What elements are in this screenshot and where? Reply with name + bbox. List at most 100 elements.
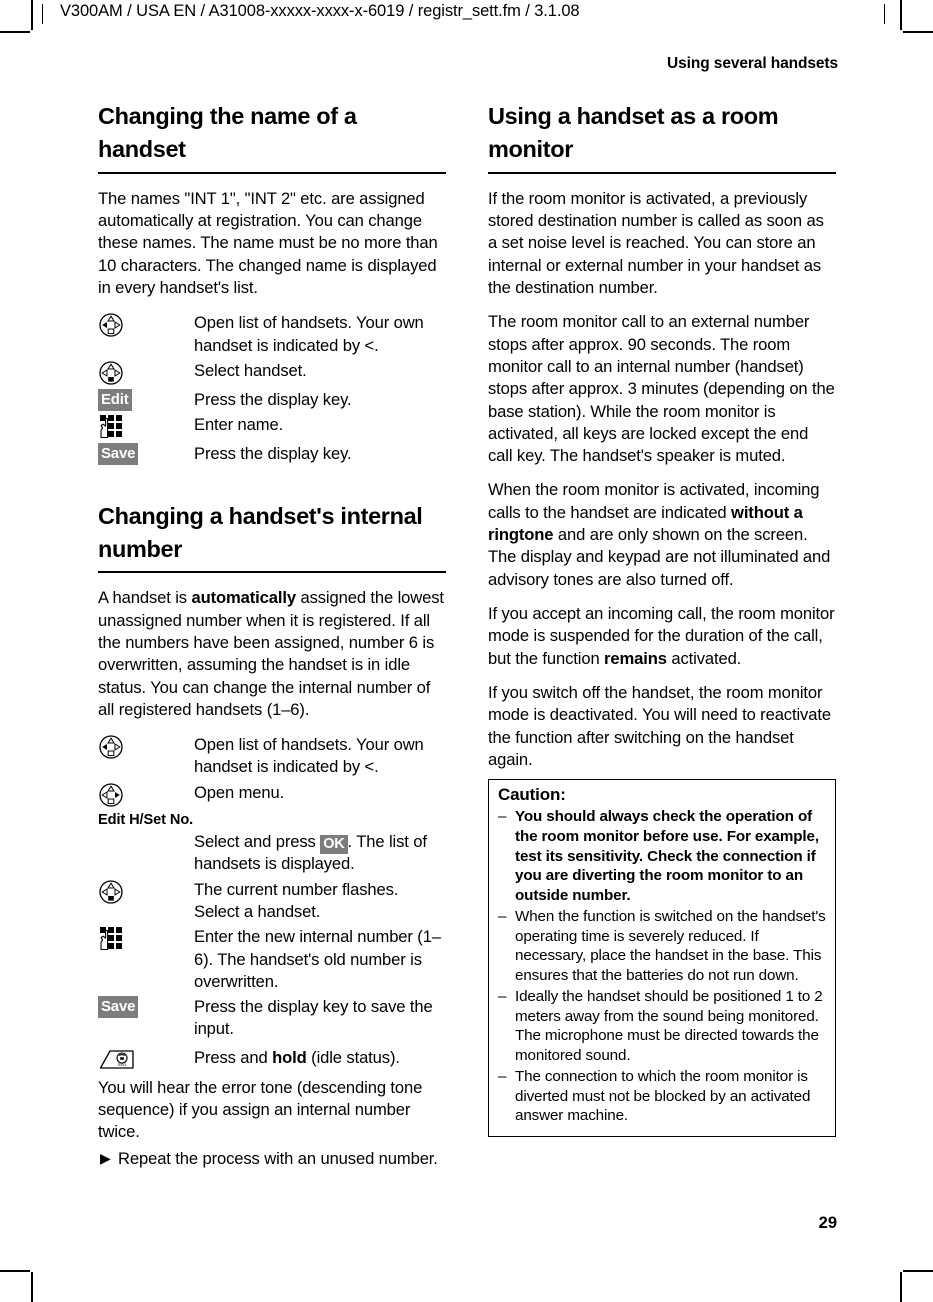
step-text: Press and hold (idle status). <box>194 1046 446 1069</box>
step-open-handset-list: Open list of handsets. Your own handset … <box>98 733 446 779</box>
display-key-label: Save <box>98 443 139 466</box>
room-monitor-para-remains: If you accept an incoming call, the room… <box>488 603 836 670</box>
caution-item-text: The connection to which the room monitor… <box>515 1067 811 1125</box>
step-press-and-hold-end-key: End Press and hold (idle status). <box>98 1046 446 1071</box>
step-text: Open list of handsets. Your own handset … <box>194 313 424 355</box>
end-call-key-icon: End <box>98 1046 194 1071</box>
step-text: Press the display key to save the input. <box>194 997 433 1039</box>
crop-mark-bottom-right-v <box>900 1272 902 1302</box>
end-text-bold: hold <box>272 1047 307 1067</box>
section-3-heading: Using a handset as a room monitor <box>488 100 836 174</box>
step-text: Open list of handsets. Your own handset … <box>194 735 424 777</box>
display-key-label: Edit <box>98 388 132 411</box>
intro-part-b: assigned the lowest unassigned number wh… <box>98 588 444 719</box>
crop-mark-bottom-left <box>0 1270 30 1272</box>
section-1-intro: The names "INT 1", "INT 2" etc. are assi… <box>98 188 438 297</box>
crop-mark-top-left <box>0 31 30 33</box>
display-key-icon[interactable]: Edit <box>98 388 194 411</box>
section-1-steps: Open list of handsets. Your own handset … <box>98 311 446 466</box>
menu-path-edit-hset-no: Edit H/Set No. <box>98 811 194 828</box>
caution-item-text: When the function is switched on the han… <box>515 907 826 985</box>
running-head-right: Using several handsets <box>667 55 838 72</box>
caution-title: Caution: <box>498 785 566 805</box>
caution-dash: – <box>498 808 507 826</box>
caution-dash: – <box>498 1067 507 1085</box>
step-text: Select and press OK. The list of handset… <box>194 830 446 876</box>
ok-display-key[interactable]: OK <box>320 834 348 855</box>
step-text: Enter the new internal number (1–6). The… <box>194 927 441 991</box>
crop-mark-top-right-v <box>900 0 902 30</box>
step-text: Select handset. <box>194 360 307 380</box>
intro-bold: automatically <box>191 588 296 608</box>
section-room-monitor: Using a handset as a room monitor <box>488 100 836 174</box>
right-column: Using a handset as a room monitor If the… <box>488 100 836 1138</box>
room-monitor-para-1: If the room monitor is activated, a prev… <box>488 188 824 297</box>
step-select-and-press-ok: Select and press OK. The list of handset… <box>98 830 446 876</box>
control-key-left-icon <box>98 311 194 338</box>
step-enter-new-internal-number: Enter the new internal number (1–6). The… <box>98 925 446 993</box>
caution-item: – The connection to which the room monit… <box>498 1067 827 1126</box>
step-text: Enter name. <box>194 415 284 435</box>
crop-mark-top-right <box>903 31 933 33</box>
caution-item: – When the function is switched on the h… <box>498 907 827 986</box>
caution-item-text: You should always check the operation of… <box>515 808 819 905</box>
document-page: V300AM / USA EN / A31008-xxxxx-xxxx-x-60… <box>0 0 933 1302</box>
step-text: Press the display key. <box>194 444 352 464</box>
step-current-number-flashes: The current number flashes. Select a han… <box>98 878 446 924</box>
page-number: 29 <box>818 1214 837 1232</box>
keypad-icon <box>98 925 194 952</box>
room-monitor-para-2: The room monitor call to an external num… <box>488 312 835 466</box>
caution-box: Caution: – You should always check the o… <box>488 779 836 1138</box>
end-text-a: Press and <box>194 1047 273 1067</box>
crop-mark-bottom-right <box>903 1270 933 1272</box>
room-monitor-para-ringtone: When the room monitor is activated, inco… <box>488 479 836 591</box>
step-select-handset: Select handset. <box>98 359 446 386</box>
step-press-edit-key: Edit Press the display key. <box>98 388 446 411</box>
display-key-label: Save <box>98 996 139 1019</box>
left-column: Changing the name of a handset The names… <box>98 100 446 1170</box>
step-text: Open menu. <box>194 782 285 802</box>
runhead-rule-left <box>42 4 43 24</box>
caution-dash: – <box>498 907 507 925</box>
caution-item: – Ideally the handset should be position… <box>498 987 827 1066</box>
crop-mark-bottom-left-v <box>31 1272 33 1302</box>
step-enter-name: Enter name. <box>98 413 446 440</box>
display-key-icon[interactable]: Save <box>98 995 194 1019</box>
select-text-a: Select and press <box>194 831 321 851</box>
remains-bold: remains <box>604 648 667 668</box>
display-key-icon[interactable]: Save <box>98 442 194 466</box>
step-text: The current number flashes. Select a han… <box>194 879 399 921</box>
remains-b: activated. <box>666 648 742 668</box>
crop-mark-top-left-v <box>31 0 33 30</box>
end-text-b: (idle status). <box>306 1047 400 1067</box>
svg-text:End: End <box>118 1062 126 1067</box>
caution-item: – You should always check the operation … <box>498 807 827 906</box>
step-open-handset-list: Open list of handsets. Your own handset … <box>98 311 446 357</box>
section-2-steps: Open list of handsets. Your own handset … <box>98 733 446 1071</box>
section-2-heading: Changing a handset's internal number <box>98 500 446 574</box>
section-2-intro: A handset is automatically assigned the … <box>98 587 446 721</box>
room-monitor-para-switchoff: If you switch off the handset, the room … <box>488 682 831 769</box>
section-2-outro: You will hear the error tone (descending… <box>98 1077 423 1142</box>
arrow-item-text: Repeat the process with an unused number… <box>118 1148 438 1168</box>
control-key-right-icon <box>98 781 194 808</box>
section-changing-internal-number: Changing a handset's internal number <box>98 500 446 574</box>
caution-dash: – <box>498 987 507 1005</box>
step-key-spacer <box>98 830 194 831</box>
control-key-down-icon <box>98 359 194 386</box>
control-key-down-icon <box>98 878 194 905</box>
section-changing-handset-name: Changing the name of a handset <box>98 100 446 174</box>
running-head-left: V300AM / USA EN / A31008-xxxxx-xxxx-x-60… <box>60 2 580 20</box>
caution-item-text: Ideally the handset should be positioned… <box>515 987 823 1065</box>
runhead-rule-right <box>884 4 885 24</box>
section-1-heading: Changing the name of a handset <box>98 100 446 174</box>
triangle-right-icon: ▶ <box>100 1149 111 1166</box>
keypad-icon <box>98 413 194 440</box>
step-press-save-key: Save Press the display key to save the i… <box>98 995 446 1041</box>
arrow-list-item: ▶ Repeat the process with an unused numb… <box>98 1148 446 1170</box>
step-press-save-key: Save Press the display key. <box>98 442 446 466</box>
step-text: Press the display key. <box>194 389 352 409</box>
control-key-left-icon <box>98 733 194 760</box>
intro-part-a: A handset is <box>98 588 192 608</box>
step-open-menu: Open menu. <box>98 781 446 808</box>
